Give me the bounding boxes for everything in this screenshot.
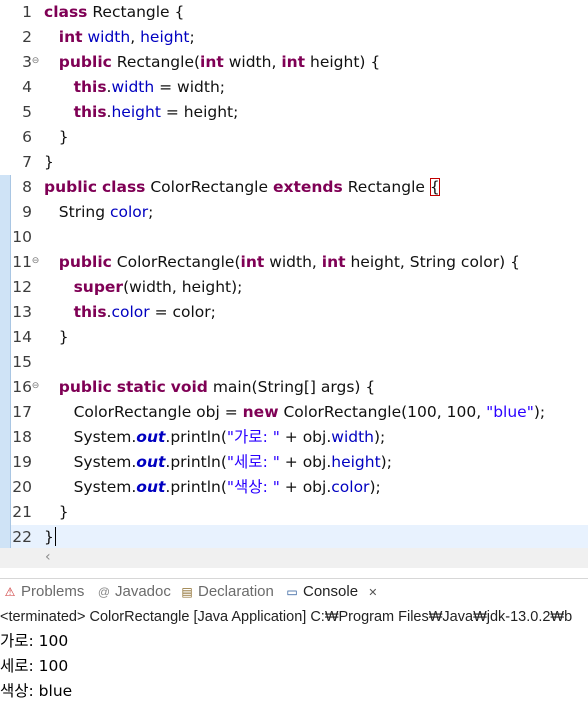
- console-output-line: 색상: blue: [0, 682, 73, 700]
- code-text: System.out.println("가로: " + obj.width);: [73, 428, 386, 446]
- code-text: System.out.println("색상: " + obj.color);: [73, 478, 381, 496]
- close-icon[interactable]: ✕: [368, 587, 377, 599]
- code-line[interactable]: 9 String color;: [0, 200, 588, 225]
- line-number: 20: [12, 478, 32, 496]
- code-line[interactable]: 11 ⊖ public ColorRectangle(int width, int…: [0, 250, 588, 275]
- line-number: 4: [22, 78, 32, 96]
- horizontal-scrollbar[interactable]: ‹: [0, 548, 588, 568]
- scroll-left-icon[interactable]: ‹: [45, 549, 51, 565]
- tab-javadoc[interactable]: @ Javadoc: [96, 579, 171, 605]
- code-line[interactable]: 7 }: [0, 150, 588, 175]
- line-number: 2: [22, 28, 32, 46]
- code-line[interactable]: 2 int width, height;: [0, 25, 588, 50]
- tab-declaration[interactable]: ▤ Declaration: [179, 579, 274, 605]
- console-output-line: 세로: 100: [0, 657, 69, 675]
- line-number: 3: [22, 53, 32, 71]
- line-number: 19: [12, 453, 32, 471]
- code-line[interactable]: 6 }: [0, 125, 588, 150]
- code-text: super(width, height);: [73, 278, 243, 296]
- fold-toggle-icon[interactable]: ⊖: [31, 57, 40, 66]
- line-number: 5: [22, 103, 32, 121]
- fold-toggle-icon[interactable]: ⊖: [31, 257, 40, 266]
- code-text: int width, height;: [58, 28, 195, 46]
- code-line[interactable]: 16 ⊖ public static void main(String[] arg…: [0, 375, 588, 400]
- text-caret: [54, 527, 56, 546]
- code-line[interactable]: 14 }: [0, 325, 588, 350]
- line-number: 14: [12, 328, 32, 346]
- code-text: ColorRectangle obj = new ColorRectangle(…: [73, 403, 546, 421]
- tab-problems[interactable]: ⚠ Problems: [2, 579, 85, 605]
- line-number: 10: [12, 228, 32, 246]
- line-number: 15: [12, 353, 32, 371]
- code-editor[interactable]: 1 class Rectangle { 2 int width, height;…: [0, 0, 588, 548]
- view-tab-bar: ⚠ Problems @ Javadoc ▤ Declaration ▭ Console…: [0, 578, 588, 605]
- console-icon: ▭: [286, 585, 298, 599]
- line-number: 6: [22, 128, 32, 146]
- code-text: class Rectangle {: [44, 3, 185, 21]
- line-number: 1: [22, 3, 32, 21]
- code-line[interactable]: 12 super(width, height);: [0, 275, 588, 300]
- code-text: }: [44, 153, 54, 171]
- tab-console[interactable]: ▭ Console ✕: [284, 579, 378, 605]
- code-line[interactable]: 1 class Rectangle {: [0, 0, 588, 25]
- console-output-line: 가로: 100: [0, 632, 69, 650]
- code-line[interactable]: 5 this.height = height;: [0, 100, 588, 125]
- code-line-current[interactable]: 22 }: [0, 525, 588, 548]
- line-number: 9: [22, 203, 32, 221]
- problems-icon: ⚠: [4, 585, 16, 599]
- code-line[interactable]: 3 ⊖ public Rectangle(int width, int heigh…: [0, 50, 588, 75]
- line-number: 22: [12, 528, 32, 546]
- line-number: 7: [22, 153, 32, 171]
- line-number: 21: [12, 503, 32, 521]
- line-number: 17: [12, 403, 32, 421]
- line-number: 11: [12, 253, 32, 271]
- code-text: }: [58, 328, 69, 346]
- line-number: 12: [12, 278, 32, 296]
- javadoc-icon: @: [97, 585, 111, 599]
- code-text: }: [44, 527, 56, 546]
- code-text: }: [58, 503, 69, 521]
- code-line[interactable]: 21 }: [0, 500, 588, 525]
- code-line[interactable]: 15: [0, 350, 588, 375]
- code-text: String color;: [58, 203, 154, 221]
- code-line[interactable]: 10: [0, 225, 588, 250]
- console-launch-info: <terminated> ColorRectangle [Java Applic…: [0, 609, 573, 625]
- code-text: public static void main(String[] args) {: [58, 378, 376, 396]
- code-text: this.height = height;: [73, 103, 239, 121]
- code-line[interactable]: 20 System.out.println("색상: " + obj.color…: [0, 475, 588, 500]
- code-line[interactable]: 13 this.color = color;: [0, 300, 588, 325]
- fold-toggle-icon[interactable]: ⊖: [31, 382, 40, 391]
- code-line[interactable]: 18 System.out.println("가로: " + obj.width…: [0, 425, 588, 450]
- line-number: 16: [12, 378, 32, 396]
- line-number: 13: [12, 303, 32, 321]
- line-number: 8: [22, 178, 32, 196]
- code-text: public class ColorRectangle extends Rect…: [44, 178, 440, 196]
- code-text: public ColorRectangle(int width, int hei…: [58, 253, 520, 271]
- code-line[interactable]: 17 ColorRectangle obj = new ColorRectang…: [0, 400, 588, 425]
- declaration-icon: ▤: [181, 585, 193, 599]
- code-text: }: [58, 128, 69, 146]
- code-text: public Rectangle(int width, int height) …: [58, 53, 381, 71]
- code-text: System.out.println("세로: " + obj.height);: [73, 453, 392, 471]
- code-text: this.width = width;: [73, 78, 226, 96]
- line-number: 18: [12, 428, 32, 446]
- matching-brace: {: [429, 178, 440, 196]
- code-line[interactable]: 8 public class ColorRectangle extends Re…: [0, 175, 588, 200]
- code-line[interactable]: 19 System.out.println("세로: " + obj.heigh…: [0, 450, 588, 475]
- code-line[interactable]: 4 this.width = width;: [0, 75, 588, 100]
- code-text: this.color = color;: [73, 303, 216, 321]
